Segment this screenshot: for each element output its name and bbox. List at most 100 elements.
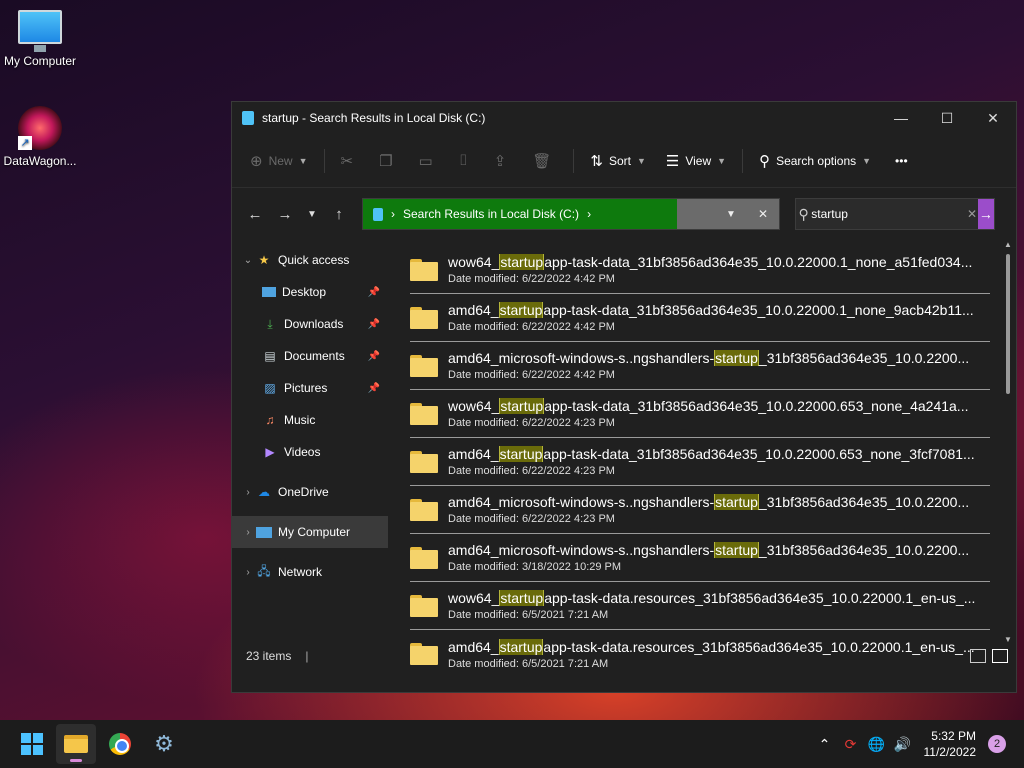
notification-badge[interactable]: 2 bbox=[988, 735, 1006, 753]
maximize-button[interactable]: ☐ bbox=[924, 102, 970, 134]
search-highlight: startup bbox=[498, 446, 544, 462]
plus-circle-icon: ⊕ bbox=[250, 152, 263, 170]
sidebar-item-downloads[interactable]: ⤓ Downloads 📌 bbox=[232, 308, 388, 340]
pin-icon: 📌 bbox=[367, 286, 380, 298]
file-name: wow64_startupapp-task-data_31bf3856ad364… bbox=[448, 254, 973, 270]
paste-button[interactable]: ▭ bbox=[409, 144, 449, 178]
start-button[interactable] bbox=[12, 724, 52, 764]
search-box[interactable]: ⚲ ✕ → bbox=[795, 198, 995, 230]
desktop-icon-datawagon[interactable]: ↗ DataWagon... bbox=[0, 106, 80, 168]
address-history-dropdown[interactable]: ▼ bbox=[715, 209, 747, 220]
rename-button[interactable]: ⌷ bbox=[449, 144, 484, 178]
arrow-right-icon: → bbox=[978, 206, 993, 222]
gear-icon: ⚙ bbox=[154, 731, 174, 756]
volume-icon[interactable]: 🔊 bbox=[890, 736, 916, 753]
breadcrumb-item[interactable]: Search Results in Local Disk (C:) bbox=[403, 207, 579, 221]
title-bar[interactable]: startup - Search Results in Local Disk (… bbox=[232, 102, 1016, 134]
forward-button[interactable]: → bbox=[270, 199, 300, 229]
search-go-button[interactable]: → bbox=[977, 199, 994, 229]
file-explorer-icon bbox=[64, 735, 88, 753]
large-icons-view-icon[interactable] bbox=[992, 649, 1008, 663]
close-button[interactable]: ✕ bbox=[970, 102, 1016, 134]
music-icon: ♫ bbox=[265, 413, 275, 427]
cut-button[interactable]: ✂ bbox=[331, 144, 370, 178]
taskbar-chrome[interactable] bbox=[100, 724, 140, 764]
clock-date: 11/2/2022 bbox=[923, 745, 977, 759]
stop-search-icon[interactable]: ✕ bbox=[747, 207, 779, 221]
date-modified: Date modified: 6/22/2022 4:42 PM bbox=[448, 273, 615, 285]
sort-button[interactable]: ⇅ Sort ▼ bbox=[580, 144, 656, 178]
breadcrumb-separator: › bbox=[587, 207, 592, 221]
search-highlight: startup bbox=[498, 302, 544, 318]
search-highlight: startup bbox=[714, 350, 759, 366]
share-button[interactable]: ⇪ bbox=[484, 144, 523, 178]
document-icon: ▤ bbox=[264, 349, 276, 363]
chevron-down-icon[interactable]: ⌄ bbox=[240, 255, 256, 266]
scroll-down-icon[interactable]: ▼ bbox=[1004, 635, 1012, 644]
recent-locations-button[interactable]: ▼ bbox=[300, 199, 324, 229]
sidebar-item-quick-access[interactable]: ⌄ ★ Quick access bbox=[232, 244, 388, 276]
sidebar-item-my-computer[interactable]: › My Computer bbox=[232, 516, 388, 548]
list-item[interactable]: amd64_startupapp-task-data_31bf3856ad364… bbox=[410, 294, 990, 342]
copy-button[interactable]: ❐ bbox=[369, 144, 408, 178]
search-highlight: startup bbox=[499, 590, 545, 606]
sidebar-item-label: Music bbox=[284, 413, 316, 427]
more-options-button[interactable]: ••• bbox=[885, 144, 918, 178]
file-name: amd64_microsoft-windows-s..ngshandlers-s… bbox=[448, 350, 970, 366]
sidebar-item-pictures[interactable]: ▨ Pictures 📌 bbox=[232, 372, 388, 404]
new-button[interactable]: ⊕ New ▼ bbox=[240, 144, 318, 178]
sidebar-item-onedrive[interactable]: › ☁ OneDrive bbox=[232, 476, 388, 508]
list-item[interactable]: wow64_startupapp-task-data.resources_31b… bbox=[410, 582, 990, 630]
clock[interactable]: 5:32 PM 11/2/2022 bbox=[924, 728, 977, 760]
list-item[interactable]: wow64_startupapp-task-data_31bf3856ad364… bbox=[410, 246, 990, 294]
sidebar-item-documents[interactable]: ▤ Documents 📌 bbox=[232, 340, 388, 372]
scroll-thumb[interactable] bbox=[1006, 254, 1010, 394]
delete-button[interactable]: 🗑 bbox=[522, 144, 567, 178]
sort-label: Sort bbox=[608, 153, 631, 168]
taskbar-file-explorer[interactable] bbox=[56, 724, 96, 764]
sidebar-item-network[interactable]: › 🖧 Network bbox=[232, 556, 388, 588]
list-item[interactable]: amd64_microsoft-windows-s..ngshandlers-s… bbox=[410, 486, 990, 534]
taskbar-settings[interactable]: ⚙ bbox=[144, 724, 184, 764]
sidebar-item-label: Quick access bbox=[278, 253, 350, 267]
clear-search-icon[interactable]: ✕ bbox=[966, 207, 977, 221]
sidebar-item-music[interactable]: ♫ Music bbox=[232, 404, 388, 436]
search-input[interactable] bbox=[811, 207, 967, 221]
back-button[interactable]: ← bbox=[240, 199, 270, 229]
search-highlight: startup bbox=[499, 254, 545, 270]
list-item[interactable]: wow64_startupapp-task-data_31bf3856ad364… bbox=[410, 390, 990, 438]
globe-icon[interactable]: 🌐 bbox=[864, 736, 890, 753]
list-item[interactable]: amd64_startupapp-task-data.resources_31b… bbox=[410, 630, 990, 678]
view-button[interactable]: ☰ View ▼ bbox=[656, 144, 736, 178]
search-options-button[interactable]: ⚲ Search options ▼ bbox=[749, 144, 881, 178]
scissors-icon: ✂ bbox=[340, 152, 354, 170]
chevron-down-icon: ▼ bbox=[307, 208, 317, 220]
taskbar: ⚙ ⌃ ⟳ 🌐 🔊 5:32 PM 11/2/2022 2 bbox=[0, 720, 1024, 768]
search-icon: ⚲ bbox=[798, 205, 809, 222]
trash-icon: 🗑 bbox=[532, 152, 552, 170]
address-path[interactable]: › Search Results in Local Disk (C:) › bbox=[363, 199, 677, 229]
arrow-up-icon: ↑ bbox=[335, 205, 343, 223]
up-button[interactable]: ↑ bbox=[324, 199, 354, 229]
file-name: amd64_startupapp-task-data.resources_31b… bbox=[448, 638, 975, 655]
address-bar[interactable]: › Search Results in Local Disk (C:) › ▼ … bbox=[362, 198, 780, 230]
vertical-scrollbar[interactable]: ▲ ▼ bbox=[1004, 240, 1012, 644]
folder-icon bbox=[410, 258, 438, 281]
list-item[interactable]: amd64_microsoft-windows-s..ngshandlers-s… bbox=[410, 342, 990, 390]
chevron-right-icon[interactable]: › bbox=[240, 567, 256, 578]
sync-icon[interactable]: ⟳ bbox=[838, 736, 864, 753]
chevron-right-icon[interactable]: › bbox=[240, 487, 256, 498]
sidebar-item-videos[interactable]: ▶ Videos bbox=[232, 436, 388, 468]
list-item[interactable]: amd64_startupapp-task-data_31bf3856ad364… bbox=[410, 438, 990, 486]
scroll-up-icon[interactable]: ▲ bbox=[1004, 240, 1012, 249]
file-name: wow64_startupapp-task-data_31bf3856ad364… bbox=[448, 398, 969, 414]
chevron-right-icon[interactable]: › bbox=[240, 527, 256, 538]
list-item[interactable]: amd64_microsoft-windows-s..ngshandlers-s… bbox=[410, 534, 990, 582]
arrow-left-icon: ← bbox=[247, 205, 263, 223]
desktop-icon-my-computer[interactable]: My Computer bbox=[0, 10, 80, 68]
search-options-icon: ⚲ bbox=[759, 152, 771, 170]
sidebar-item-desktop[interactable]: Desktop 📌 bbox=[232, 276, 388, 308]
desktop-icon bbox=[262, 287, 276, 297]
minimize-button[interactable]: — bbox=[878, 102, 924, 134]
chevron-up-icon[interactable]: ⌃ bbox=[812, 736, 838, 753]
